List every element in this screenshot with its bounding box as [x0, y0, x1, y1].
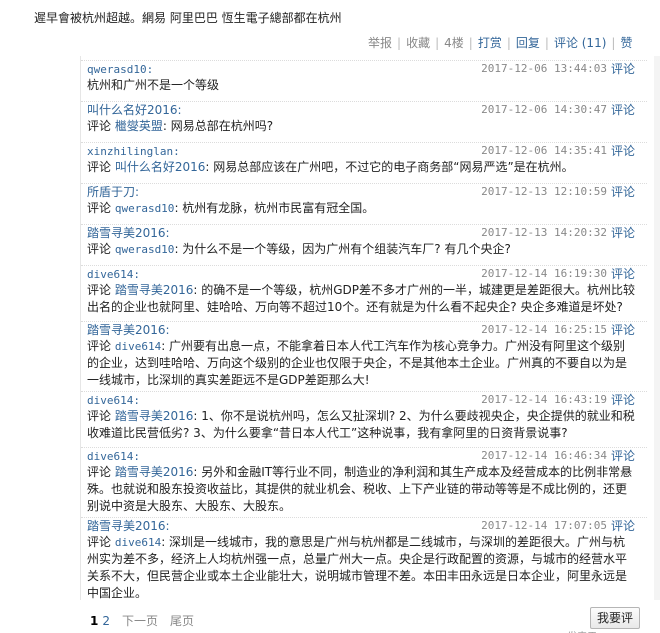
comment-item: 踏雪寻美2016: 2017-12-14 16:25:15 评论 评论 dive… [81, 321, 647, 389]
comment-author[interactable]: dive614: [87, 450, 140, 463]
comment-reply-link[interactable]: 评论 [611, 322, 635, 338]
comment-body: 评论 踏雪寻美2016: 另外和金融IT等行业不同，制造业的净利润和其生产成本及… [87, 464, 647, 515]
comment-time: 2017-12-13 12:10:59 [481, 185, 607, 198]
divider: | [506, 36, 511, 50]
page-2-link[interactable]: 2 [102, 614, 110, 628]
comment-item: 所盾于刀: 2017-12-13 12:10:59 评论 评论 qwerasd1… [81, 183, 647, 217]
comment-text: : 网易总部在杭州吗? [162, 119, 274, 133]
comment-reply-target[interactable]: 檵燮英盟 [115, 119, 163, 133]
comment-reply-target[interactable]: 叫什么名好2016 [115, 160, 206, 174]
current-page: 1 [90, 614, 99, 628]
comment-time: 2017-12-06 13:44:03 [481, 62, 607, 75]
comment-reply-target[interactable]: dive614 [115, 340, 161, 353]
divider: | [397, 36, 402, 50]
comment-item: 叫什么名好2016: 2017-12-06 14:30:47 评论 评论 檵燮英… [81, 101, 647, 135]
comment-reply-link[interactable]: 评论 [611, 448, 635, 464]
divider: | [468, 36, 473, 50]
comment-prefix: 评论 [87, 242, 115, 256]
comment-body: 评论 qwerasd10: 杭州有龙脉，杭州市民富有冠全国。 [87, 200, 647, 217]
comment-time: 2017-12-14 16:19:30 [481, 267, 607, 280]
reward-link[interactable]: 打赏 [478, 34, 502, 51]
comment-author[interactable]: 踏雪寻美2016: [87, 226, 170, 240]
comment-time: 2017-12-14 16:46:34 [481, 449, 607, 462]
divider: | [611, 36, 616, 50]
comment-body: 评论 踏雪寻美2016: 1、你不是说杭州吗，怎么又扯深圳? 2、为什么要歧视央… [87, 408, 647, 442]
comment-time: 2017-12-14 16:43:19 [481, 393, 607, 406]
comment-time: 2017-12-14 17:07:05 [481, 519, 607, 532]
comment-text: 杭州和广州不是一个等级 [87, 78, 220, 92]
comment-body: 杭州和广州不是一个等级 [87, 77, 647, 94]
comment-list: qwerasd10: 2017-12-06 13:44:03 评论 杭州和广州不… [80, 56, 647, 602]
comment-reply-link[interactable]: 评论 [611, 518, 635, 534]
comment-time: 2017-12-06 14:35:41 [481, 144, 607, 157]
comment-prefix: 评论 [87, 465, 115, 479]
comment-reply-link[interactable]: 评论 [611, 392, 635, 408]
comment-reply-target[interactable]: qwerasd10 [115, 243, 175, 256]
favorite-link[interactable]: 收藏 [406, 34, 430, 51]
floor-number: 4楼 [444, 36, 464, 50]
comment-item: dive614: 2017-12-14 16:43:19 评论 评论 踏雪寻美2… [81, 391, 647, 442]
comment-item: 踏雪寻美2016: 2017-12-13 14:20:32 评论 评论 qwer… [81, 224, 647, 258]
comment-reply-target[interactable]: dive614 [115, 536, 161, 549]
write-comment-button[interactable]: 我要评 [590, 607, 640, 629]
post-text: 遲早會被杭州超越。網易 阿里巴巴 恆生電子總部都在杭州 [34, 11, 342, 25]
comment-reply-link[interactable]: 评论 [611, 266, 635, 282]
comment-reply-link[interactable]: 评论 [611, 102, 635, 118]
comment-author[interactable]: dive614: [87, 394, 140, 407]
comment-text: : 深圳是一线城市，我的意思是广州与杭州都是二线城市，与深圳的差距很大。广州与杭… [87, 535, 628, 600]
next-page-link[interactable]: 下一页 [122, 614, 158, 628]
comment-author[interactable]: qwerasd10: [87, 63, 153, 76]
cut-off-text: ……… 发表于 …… …… [534, 628, 644, 633]
comment-reply-target[interactable]: 踏雪寻美2016 [115, 409, 194, 423]
comment-reply-link[interactable]: 评论 [611, 143, 635, 159]
comment-body: 评论 踏雪寻美2016: 的确不是一个等级，杭州GDP差不多才广州的一半，城建更… [87, 282, 647, 316]
comment-body: 评论 dive614: 深圳是一线城市，我的意思是广州与杭州都是二线城市，与深圳… [87, 534, 647, 602]
comment-prefix: 评论 [87, 119, 115, 133]
comment-prefix: 评论 [87, 283, 115, 297]
comment-time: 2017-12-13 14:20:32 [481, 226, 607, 239]
comment-author[interactable]: 所盾于刀: [87, 185, 139, 199]
comment-reply-link[interactable]: 评论 [611, 225, 635, 241]
post-action-bar: 举报 | 收藏 | 4楼 | 打赏 | 回复 | 评论 (11) | 赞 [368, 34, 632, 51]
comment-reply-target[interactable]: qwerasd10 [115, 202, 175, 215]
comment-author[interactable]: 踏雪寻美2016: [87, 519, 170, 533]
like-link[interactable]: 赞 [620, 34, 632, 51]
comment-reply-link[interactable]: 评论 [611, 61, 635, 77]
reply-link[interactable]: 回复 [516, 34, 540, 51]
comment-time: 2017-12-14 16:25:15 [481, 323, 607, 336]
comment-text: : 为什么不是一个等级，因为广州有个组装汽车厂? 有几个央企? [174, 242, 511, 256]
comment-time: 2017-12-06 14:30:47 [481, 103, 607, 116]
divider: | [435, 36, 440, 50]
comment-author[interactable]: 叫什么名好2016: [87, 103, 182, 117]
comment-prefix: 评论 [87, 409, 115, 423]
comment-item: xinzhilinglan: 2017-12-06 14:35:41 评论 评论… [81, 142, 647, 176]
comment-body: 评论 qwerasd10: 为什么不是一个等级，因为广州有个组装汽车厂? 有几个… [87, 241, 647, 258]
comment-author[interactable]: 踏雪寻美2016: [87, 323, 170, 337]
comment-author[interactable]: xinzhilinglan: [87, 145, 180, 158]
comment-item: dive614: 2017-12-14 16:46:34 评论 评论 踏雪寻美2… [81, 447, 647, 515]
comment-prefix: 评论 [87, 201, 115, 215]
comment-prefix: 评论 [87, 339, 115, 353]
comment-text: : 网易总部应该在广州吧，不过它的电子商务部“网易严选”是在杭州。 [205, 160, 574, 174]
comment-body: 评论 dive614: 广州要有出息一点，不能拿着日本人代工汽车作为核心竞争力。… [87, 338, 647, 389]
comment-body: 评论 叫什么名好2016: 网易总部应该在广州吧，不过它的电子商务部“网易严选”… [87, 159, 647, 176]
comment-reply-target[interactable]: 踏雪寻美2016 [115, 465, 194, 479]
comment-count-link[interactable]: 评论 (11) [554, 34, 606, 51]
comment-reply-link[interactable]: 评论 [611, 184, 635, 200]
comment-text: : 杭州有龙脉，杭州市民富有冠全国。 [174, 201, 375, 215]
divider: | [544, 36, 549, 50]
comment-body: 评论 檵燮英盟: 网易总部在杭州吗? [87, 118, 647, 135]
last-page-link[interactable]: 尾页 [170, 614, 194, 628]
report-link[interactable]: 举报 [368, 34, 392, 51]
comment-text: : 广州要有出息一点，不能拿着日本人代工汽车作为核心竞争力。广州没有阿里这个级别… [87, 339, 628, 387]
comment-item: qwerasd10: 2017-12-06 13:44:03 评论 杭州和广州不… [81, 60, 647, 94]
comment-prefix: 评论 [87, 535, 115, 549]
comment-author[interactable]: dive614: [87, 268, 140, 281]
scrollbar-track[interactable] [654, 56, 660, 600]
comment-reply-target[interactable]: 踏雪寻美2016 [115, 283, 194, 297]
comment-prefix: 评论 [87, 160, 115, 174]
comment-item: 踏雪寻美2016: 2017-12-14 17:07:05 评论 评论 dive… [81, 517, 647, 602]
comment-item: dive614: 2017-12-14 16:19:30 评论 评论 踏雪寻美2… [81, 265, 647, 316]
comment-pagination: 1 2 下一页 尾页 [90, 612, 206, 629]
